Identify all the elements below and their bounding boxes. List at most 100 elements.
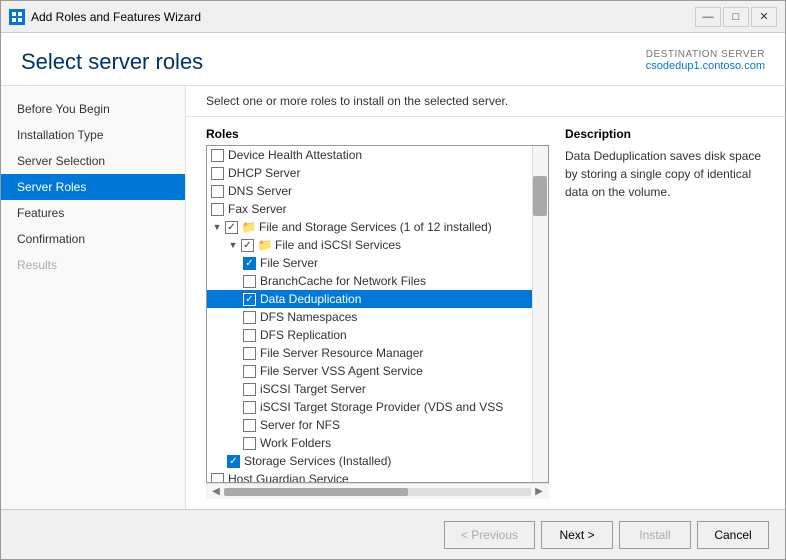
h-scroll-thumb[interactable] <box>224 488 408 496</box>
sidebar-item-server-roles[interactable]: Server Roles <box>1 174 185 200</box>
checkbox-dfs-namespaces[interactable] <box>243 311 256 324</box>
roles-panel: Roles Device Health Attestation <box>206 127 549 499</box>
description-panel: Description Data Deduplication saves dis… <box>565 127 765 499</box>
list-item[interactable]: ▼ 📁 File and iSCSI Services <box>207 236 532 254</box>
destination-label: DESTINATION SERVER <box>646 49 765 60</box>
list-item[interactable]: File Server VSS Agent Service <box>207 362 532 380</box>
checkbox-data-dedup[interactable] <box>243 293 256 306</box>
checkbox-dfs-replication[interactable] <box>243 329 256 342</box>
role-label: DNS Server <box>228 184 292 198</box>
role-label: Fax Server <box>228 202 287 216</box>
destination-server-info: DESTINATION SERVER csodedup1.contoso.com <box>646 49 765 72</box>
checkbox-branchcache[interactable] <box>243 275 256 288</box>
list-item[interactable]: Fax Server <box>207 200 532 218</box>
role-label: Data Deduplication <box>260 292 361 306</box>
window-controls: — □ ✕ <box>695 7 777 27</box>
instruction-text: Select one or more roles to install on t… <box>206 94 508 108</box>
list-item[interactable]: DNS Server <box>207 182 532 200</box>
role-label: Device Health Attestation <box>228 148 362 162</box>
list-item[interactable]: DFS Replication <box>207 326 532 344</box>
list-item[interactable]: Host Guardian Service <box>207 470 532 483</box>
list-item[interactable]: DFS Namespaces <box>207 308 532 326</box>
next-button[interactable]: Next > <box>541 521 613 549</box>
sidebar-item-server-selection[interactable]: Server Selection <box>1 148 185 174</box>
window-title: Add Roles and Features Wizard <box>31 10 695 24</box>
wizard-window: Add Roles and Features Wizard — □ ✕ Sele… <box>0 0 786 560</box>
list-item[interactable]: BranchCache for Network Files <box>207 272 532 290</box>
list-item[interactable]: ▼ 📁 File and Storage Services (1 of 12 i… <box>207 218 532 236</box>
vertical-scrollbar[interactable] <box>532 146 548 482</box>
title-bar: Add Roles and Features Wizard — □ ✕ <box>1 1 785 33</box>
horizontal-scrollbar[interactable]: ◀ ▶ <box>206 483 549 499</box>
checkbox-dns[interactable] <box>211 185 224 198</box>
sidebar: Before You Begin Installation Type Serve… <box>1 86 186 509</box>
description-header: Description <box>565 127 765 141</box>
folder-icon: 📁 <box>258 238 272 252</box>
expand-icon[interactable]: ▼ <box>227 239 239 251</box>
role-label: File and Storage Services (1 of 12 insta… <box>259 220 492 234</box>
main-content: Select one or more roles to install on t… <box>186 86 785 509</box>
list-item[interactable]: Storage Services (Installed) <box>207 452 532 470</box>
checkbox-fsrm[interactable] <box>243 347 256 360</box>
h-scroll-track[interactable] <box>224 488 531 496</box>
sidebar-item-features[interactable]: Features <box>1 200 185 226</box>
checkbox-device-health[interactable] <box>211 149 224 162</box>
maximize-button[interactable]: □ <box>723 7 749 27</box>
checkbox-file-storage[interactable] <box>225 221 238 234</box>
checkbox-iscsi-server[interactable] <box>243 383 256 396</box>
role-label: DHCP Server <box>228 166 300 180</box>
list-item[interactable]: iSCSI Target Storage Provider (VDS and V… <box>207 398 532 416</box>
page-title: Select server roles <box>21 49 203 75</box>
list-item[interactable]: Work Folders <box>207 434 532 452</box>
role-label: Host Guardian Service <box>228 472 349 483</box>
role-label: Server for NFS <box>260 418 340 432</box>
role-label: BranchCache for Network Files <box>260 274 426 288</box>
page-header: Select server roles DESTINATION SERVER c… <box>1 33 785 86</box>
role-label: File Server VSS Agent Service <box>260 364 423 378</box>
install-button[interactable]: Install <box>619 521 691 549</box>
checkbox-file-server[interactable] <box>243 257 256 270</box>
list-item[interactable]: File Server Resource Manager <box>207 344 532 362</box>
role-label: Storage Services (Installed) <box>244 454 391 468</box>
destination-name: csodedup1.contoso.com <box>646 60 765 72</box>
checkbox-vss-agent[interactable] <box>243 365 256 378</box>
role-label: DFS Namespaces <box>260 310 357 324</box>
role-label: File Server Resource Manager <box>260 346 423 360</box>
main-layout: Before You Begin Installation Type Serve… <box>1 86 785 509</box>
list-item-data-dedup[interactable]: Data Deduplication <box>207 290 532 308</box>
roles-header: Roles <box>206 127 549 141</box>
list-item[interactable]: Server for NFS <box>207 416 532 434</box>
list-item[interactable]: File Server <box>207 254 532 272</box>
list-item[interactable]: Device Health Attestation <box>207 146 532 164</box>
role-label: DFS Replication <box>260 328 347 342</box>
previous-button[interactable]: < Previous <box>444 521 535 549</box>
checkbox-dhcp[interactable] <box>211 167 224 180</box>
checkbox-iscsi-storage[interactable] <box>243 401 256 414</box>
roles-list-container[interactable]: Device Health Attestation DHCP Server <box>206 145 549 483</box>
cancel-button[interactable]: Cancel <box>697 521 769 549</box>
checkbox-fax[interactable] <box>211 203 224 216</box>
checkbox-host-guardian[interactable] <box>211 473 224 484</box>
checkbox-nfs[interactable] <box>243 419 256 432</box>
folder-icon: 📁 <box>242 220 256 234</box>
role-label: File Server <box>260 256 318 270</box>
sidebar-item-before-you-begin[interactable]: Before You Begin <box>1 96 185 122</box>
close-button[interactable]: ✕ <box>751 7 777 27</box>
minimize-button[interactable]: — <box>695 7 721 27</box>
instruction-bar: Select one or more roles to install on t… <box>186 86 785 117</box>
list-item[interactable]: DHCP Server <box>207 164 532 182</box>
list-item[interactable]: iSCSI Target Server <box>207 380 532 398</box>
content-body: Roles Device Health Attestation <box>186 117 785 509</box>
role-label: iSCSI Target Storage Provider (VDS and V… <box>260 400 503 414</box>
sidebar-item-installation-type[interactable]: Installation Type <box>1 122 185 148</box>
checkbox-storage-services[interactable] <box>227 455 240 468</box>
window-icon <box>9 9 25 25</box>
checkbox-work-folders[interactable] <box>243 437 256 450</box>
description-text: Data Deduplication saves disk space by s… <box>565 147 765 201</box>
role-label: Work Folders <box>260 436 331 450</box>
role-label: File and iSCSI Services <box>275 238 401 252</box>
sidebar-item-confirmation[interactable]: Confirmation <box>1 226 185 252</box>
footer: < Previous Next > Install Cancel <box>1 509 785 559</box>
expand-icon[interactable]: ▼ <box>211 221 223 233</box>
checkbox-file-iscsi[interactable] <box>241 239 254 252</box>
